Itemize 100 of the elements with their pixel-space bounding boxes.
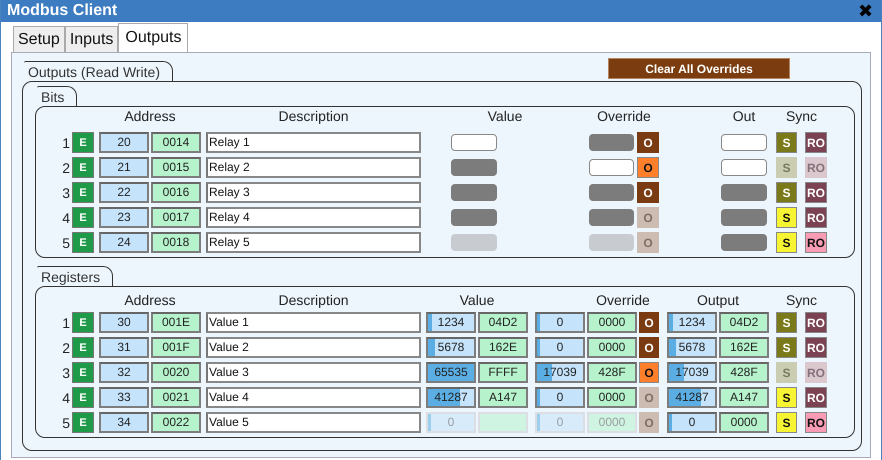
description-field[interactable]: Value 1 xyxy=(206,312,421,333)
enable-button[interactable]: E xyxy=(72,207,94,228)
row-number: 5 xyxy=(61,234,71,250)
address-field[interactable]: 30 xyxy=(99,312,149,333)
description-field[interactable]: Relay 3 xyxy=(206,182,421,203)
tab[interactable]: Outputs xyxy=(118,23,188,52)
description-field[interactable]: Relay 5 xyxy=(206,232,421,253)
address-field[interactable]: 24 xyxy=(99,232,149,253)
enable-button[interactable]: E xyxy=(72,182,94,203)
hex-field[interactable]: 162E xyxy=(719,337,769,358)
read-only-button[interactable]: RO xyxy=(805,182,827,203)
address-hex-field[interactable]: 0021 xyxy=(151,387,201,408)
override-button[interactable]: O xyxy=(639,337,659,358)
address-hex-field[interactable]: 001F xyxy=(151,337,201,358)
decimal-field[interactable]: 17039 xyxy=(535,362,585,383)
address-field[interactable]: 21 xyxy=(99,157,149,178)
enable-button[interactable]: E xyxy=(72,232,94,253)
override-button[interactable]: O xyxy=(639,312,659,333)
bit-indicator[interactable] xyxy=(589,184,634,201)
address-field[interactable]: 20 xyxy=(99,132,149,153)
decimal-field[interactable]: 0 xyxy=(535,387,585,408)
override-button[interactable]: O xyxy=(637,157,659,178)
description-field[interactable]: Relay 1 xyxy=(206,132,421,153)
override-button[interactable]: O xyxy=(639,362,659,383)
description-field[interactable]: Relay 4 xyxy=(206,207,421,228)
read-only-button[interactable]: RO xyxy=(805,232,827,253)
read-only-button[interactable]: RO xyxy=(805,132,827,153)
read-only-button[interactable]: RO xyxy=(805,387,827,408)
address-hex-field[interactable]: 0020 xyxy=(151,362,201,383)
bit-indicator[interactable] xyxy=(589,159,634,176)
sync-button[interactable]: S xyxy=(776,207,797,228)
override-button[interactable]: O xyxy=(637,132,659,153)
sync-button[interactable]: S xyxy=(776,337,797,358)
address-hex-field[interactable]: 0022 xyxy=(151,412,201,433)
override-button[interactable]: O xyxy=(637,182,659,203)
enable-button[interactable]: E xyxy=(72,312,94,333)
read-only-button[interactable]: RO xyxy=(805,337,827,358)
decimal-field[interactable]: 0 xyxy=(535,337,585,358)
hex-field[interactable]: 0000 xyxy=(587,312,637,333)
hex-field[interactable]: 0000 xyxy=(719,412,769,433)
address-hex-field[interactable]: 0017 xyxy=(151,207,201,228)
hex-field[interactable]: 162E xyxy=(478,337,528,358)
description-field[interactable]: Value 3 xyxy=(206,362,421,383)
sync-button[interactable]: S xyxy=(776,387,797,408)
address-field[interactable]: 33 xyxy=(99,387,149,408)
bit-indicator[interactable] xyxy=(589,134,634,151)
enable-button[interactable]: E xyxy=(72,362,94,383)
hex-field[interactable]: 428F xyxy=(719,362,769,383)
read-only-button[interactable]: RO xyxy=(805,412,827,433)
column-header: Description xyxy=(277,108,350,126)
decimal-field[interactable]: 1234 xyxy=(667,312,717,333)
hex-field[interactable]: A147 xyxy=(478,387,528,408)
decimal-field[interactable]: 0 xyxy=(667,412,717,433)
clear-overrides-button[interactable]: Clear All Overrides xyxy=(608,58,790,79)
address-hex-field[interactable]: 001E xyxy=(151,312,201,333)
address-hex-field[interactable]: 0014 xyxy=(151,132,201,153)
hex-field[interactable]: 428F xyxy=(587,362,637,383)
sync-button[interactable]: S xyxy=(776,132,797,153)
enable-button[interactable]: E xyxy=(72,157,94,178)
address-field[interactable]: 31 xyxy=(99,337,149,358)
hex-field[interactable]: 0000 xyxy=(587,337,637,358)
address-field[interactable]: 23 xyxy=(99,207,149,228)
address-field[interactable]: 22 xyxy=(99,182,149,203)
read-only-button[interactable]: RO xyxy=(805,207,827,228)
read-only-button[interactable]: RO xyxy=(805,312,827,333)
enable-button[interactable]: E xyxy=(72,132,94,153)
description-field[interactable]: Value 5 xyxy=(206,412,421,433)
hex-field[interactable]: 04D2 xyxy=(719,312,769,333)
hex-field[interactable]: A147 xyxy=(719,387,769,408)
hex-field[interactable]: 04D2 xyxy=(478,312,528,333)
row-number: 2 xyxy=(61,340,71,356)
hex-field[interactable]: FFFF xyxy=(478,362,528,383)
decimal-field[interactable]: 5678 xyxy=(426,337,476,358)
address-field[interactable]: 32 xyxy=(99,362,149,383)
enable-button[interactable]: E xyxy=(72,412,94,433)
address-hex-field[interactable]: 0015 xyxy=(151,157,201,178)
sync-button[interactable]: S xyxy=(776,232,797,253)
tab[interactable]: Inputs xyxy=(64,26,118,52)
hex-field[interactable] xyxy=(478,412,528,433)
close-button[interactable]: ✖ xyxy=(858,2,873,20)
decimal-field[interactable]: 5678 xyxy=(667,337,717,358)
hex-field[interactable]: 0000 xyxy=(587,387,637,408)
bit-indicator[interactable] xyxy=(589,209,634,226)
tab[interactable]: Setup xyxy=(13,26,65,52)
sync-button[interactable]: S xyxy=(776,412,797,433)
description-field[interactable]: Value 2 xyxy=(206,337,421,358)
description-field[interactable]: Relay 2 xyxy=(206,157,421,178)
enable-button[interactable]: E xyxy=(72,387,94,408)
decimal-field[interactable]: 65535 xyxy=(426,362,476,383)
address-field[interactable]: 34 xyxy=(99,412,149,433)
group-label: Registers xyxy=(37,266,114,286)
decimal-field[interactable]: 1234 xyxy=(426,312,476,333)
sync-button[interactable]: S xyxy=(776,312,797,333)
sync-button[interactable]: S xyxy=(776,182,797,203)
address-hex-field[interactable]: 0016 xyxy=(151,182,201,203)
description-field[interactable]: Value 4 xyxy=(206,387,421,408)
decimal-field[interactable]: 17039 xyxy=(667,362,717,383)
decimal-field[interactable]: 0 xyxy=(535,312,585,333)
address-hex-field[interactable]: 0018 xyxy=(151,232,201,253)
enable-button[interactable]: E xyxy=(72,337,94,358)
